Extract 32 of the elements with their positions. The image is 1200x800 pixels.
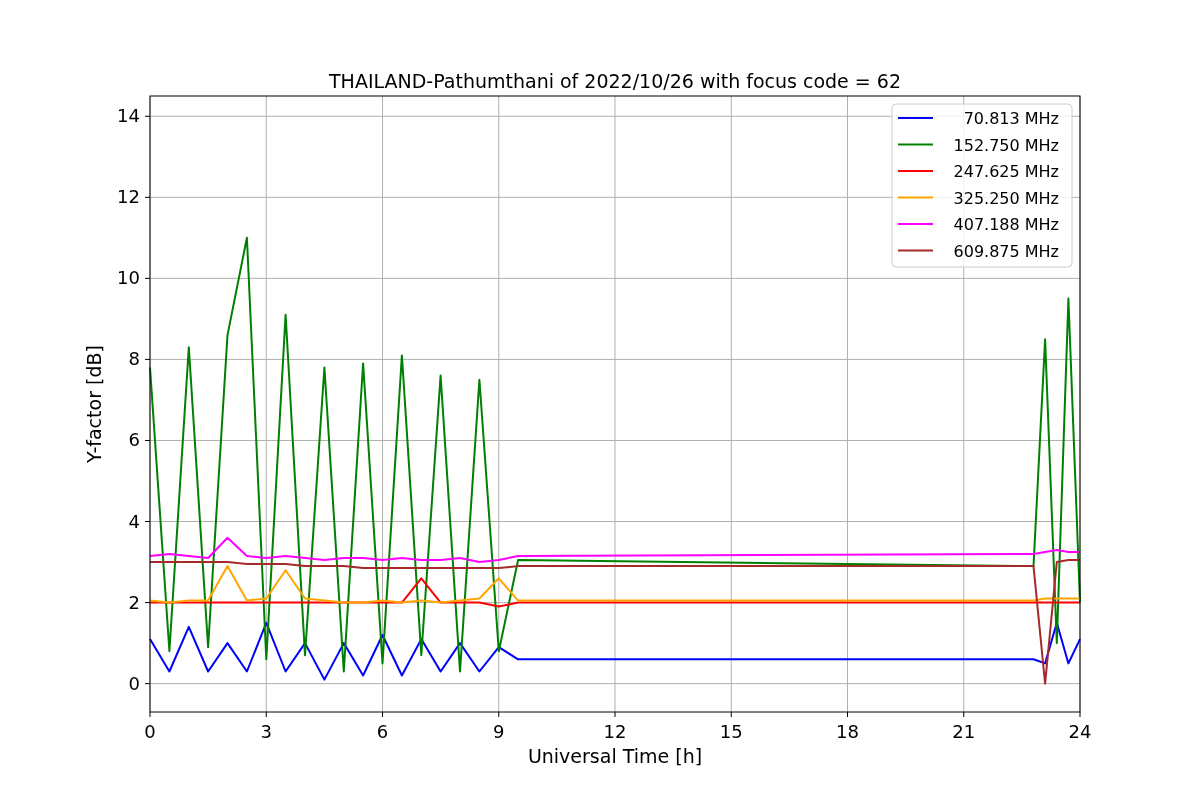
x-tick-label: 24 — [1068, 721, 1092, 742]
legend-label: 70.813 MHz — [963, 109, 1059, 128]
y-tick-label: 0 — [128, 672, 140, 694]
legend-label: 609.875 MHz — [953, 241, 1059, 261]
legend-line-icon — [897, 143, 934, 146]
x-tick-label: 9 — [493, 721, 505, 742]
x-tick-label: 21 — [952, 721, 976, 742]
x-tick-label: 0 — [144, 721, 156, 742]
y-tick-label: 6 — [128, 429, 140, 451]
y-tick-label: 12 — [117, 186, 140, 208]
y-tick-label: 8 — [128, 348, 140, 370]
x-tick-label: 12 — [603, 721, 627, 742]
legend-line-icon — [897, 196, 934, 199]
x-tick-label: 15 — [719, 721, 743, 742]
y-tick-label: 14 — [117, 105, 140, 127]
legend-label: 247.625 MHz — [953, 162, 1059, 181]
legend-line-icon — [897, 117, 934, 119]
legend-label: 407.188 MHz — [953, 215, 1059, 234]
legend-label: 152.750 MHz — [953, 135, 1059, 155]
x-tick-label: 3 — [260, 721, 272, 742]
legend-line-icon — [897, 170, 934, 172]
x-tick-label: 6 — [376, 721, 389, 742]
y-tick-label: 10 — [117, 267, 140, 289]
y-tick-label: 2 — [128, 591, 140, 613]
y-axis-label: Y-factor [dB] — [83, 345, 105, 463]
legend-line-icon — [897, 223, 934, 225]
legend-label: 325.250 MHz — [953, 188, 1059, 208]
x-axis-label: Universal Time [h] — [527, 745, 703, 767]
x-tick-label: 18 — [836, 721, 859, 742]
y-tick-label: 4 — [128, 510, 140, 532]
legend-line-icon — [897, 249, 934, 252]
chart-title: THAILAND-Pathumthani of 2022/10/26 with focus code = 62 — [329, 70, 901, 92]
